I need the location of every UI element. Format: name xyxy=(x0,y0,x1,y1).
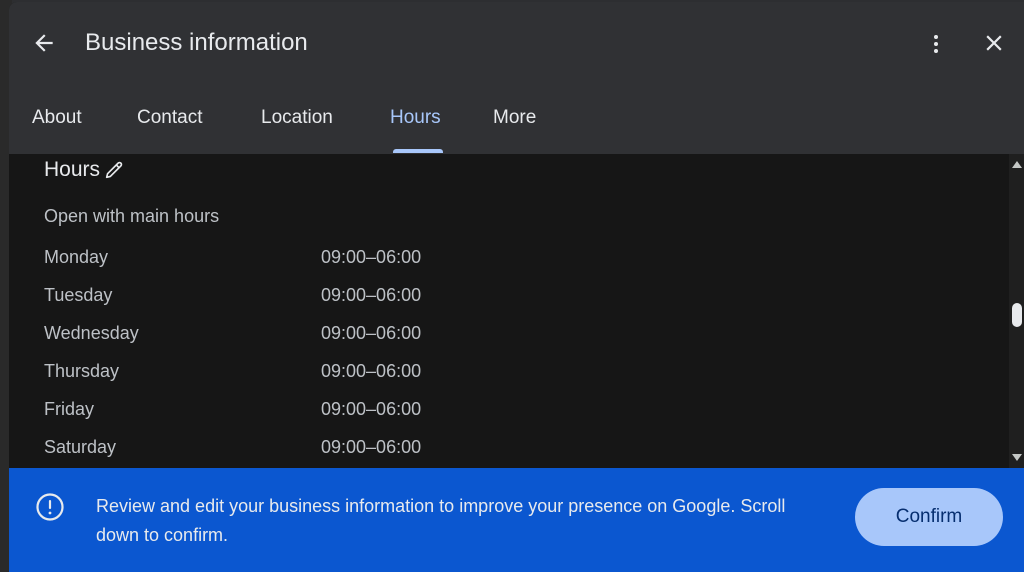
hours-row: Tuesday 09:00–06:00 xyxy=(44,282,544,308)
scroll-thumb[interactable] xyxy=(1012,303,1022,327)
hours-row: Friday 09:00–06:00 xyxy=(44,396,544,422)
banner-message: Review and edit your business informatio… xyxy=(96,496,786,545)
business-information-dialog: Business information About Contact Locat… xyxy=(9,2,1024,572)
time-range: 09:00–06:00 xyxy=(321,399,422,419)
hours-status: Open with main hours xyxy=(44,206,220,226)
tab-location[interactable]: Location xyxy=(261,94,333,154)
hours-row: Monday 09:00–06:00 xyxy=(44,244,544,270)
content-scrollbar[interactable] xyxy=(1009,154,1024,469)
confirm-button[interactable]: Confirm xyxy=(855,488,1003,546)
close-button[interactable] xyxy=(975,24,1013,62)
active-tab-indicator xyxy=(393,149,443,153)
edit-hours-button[interactable] xyxy=(103,159,125,181)
alert-circle-icon xyxy=(36,493,64,521)
scroll-down-arrow-icon[interactable] xyxy=(1012,454,1022,461)
scroll-up-arrow-icon[interactable] xyxy=(1012,161,1022,168)
review-banner: Review and edit your business informatio… xyxy=(9,468,1024,572)
hours-row: Wednesday 09:00–06:00 xyxy=(44,320,544,346)
time-range: 09:00–06:00 xyxy=(321,361,422,381)
tab-contact[interactable]: Contact xyxy=(137,94,202,154)
back-button[interactable] xyxy=(27,26,61,60)
hours-section-header: Hours xyxy=(44,156,125,184)
hours-row: Thursday 09:00–06:00 xyxy=(44,358,544,384)
day-label: Tuesday xyxy=(44,285,113,305)
day-label: Thursday xyxy=(44,361,120,381)
day-label: Monday xyxy=(44,247,109,267)
dialog-title: Business information xyxy=(85,29,308,56)
pencil-icon xyxy=(105,161,123,179)
tab-more[interactable]: More xyxy=(493,94,536,154)
time-range: 09:00–06:00 xyxy=(321,437,422,457)
time-range: 09:00–06:00 xyxy=(321,323,422,343)
more-options-button[interactable] xyxy=(918,26,954,62)
tab-about[interactable]: About xyxy=(32,94,82,154)
day-label: Wednesday xyxy=(44,323,139,343)
tab-hours[interactable]: Hours xyxy=(390,94,441,154)
hours-section-title: Hours xyxy=(44,158,101,181)
tab-bar: About Contact Location Hours More xyxy=(9,94,1024,154)
time-range: 09:00–06:00 xyxy=(321,247,422,267)
dialog-header: Business information About Contact Locat… xyxy=(9,2,1024,154)
hours-content: Hours Open with main hours Monday 09:00–… xyxy=(9,154,1009,469)
time-range: 09:00–06:00 xyxy=(321,285,422,305)
day-label: Saturday xyxy=(44,437,117,457)
arrow-left-icon xyxy=(35,34,53,52)
close-icon xyxy=(986,35,1002,51)
hours-row: Saturday 09:00–06:00 xyxy=(44,434,544,460)
more-vert-icon xyxy=(934,35,938,53)
day-label: Friday xyxy=(44,399,95,419)
